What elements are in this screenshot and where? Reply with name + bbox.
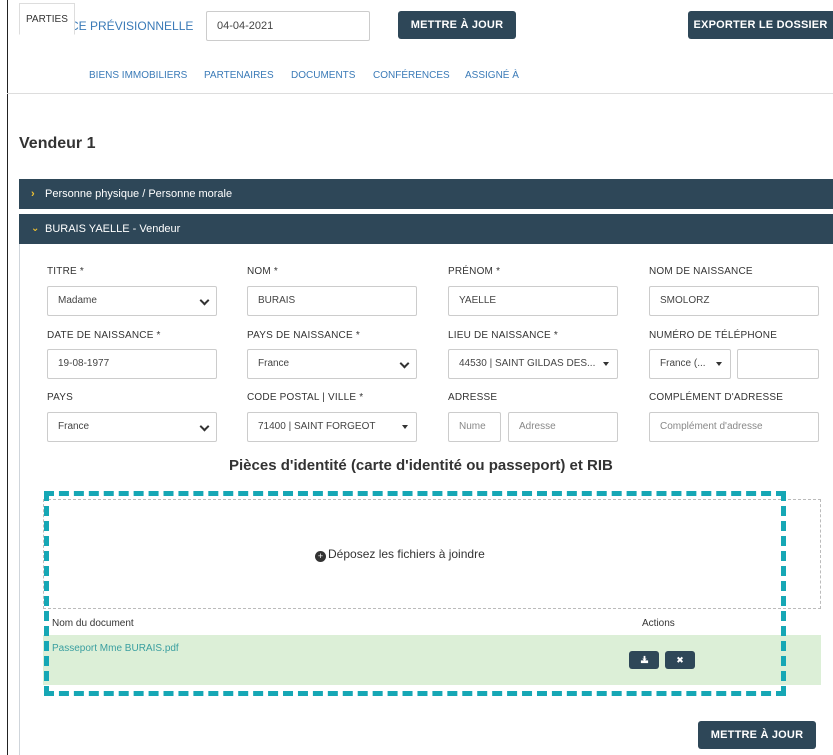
download-button[interactable] [629,651,659,669]
column-actions-header: Actions [642,618,675,629]
lieu-naissance-select[interactable]: 44530 | SAINT GILDAS DES... [448,349,618,379]
file-link[interactable]: Passeport Mme BURAIS.pdf [52,643,179,654]
date-naissance-label: DATE DE NAISSANCE * [47,330,161,341]
pays-naissance-select[interactable]: France [247,349,417,379]
accordion-label: Personne physique / Personne morale [45,188,233,200]
tab-partenaires[interactable]: PARTENAIRES [204,70,274,81]
lieu-naissance-label: LIEU DE NAISSANCE * [448,330,558,341]
caret-down-icon [402,425,408,429]
export-dossier-button[interactable]: EXPORTER LE DOSSIER [688,11,833,39]
accordion-personne[interactable]: › Personne physique / Personne morale [19,179,833,209]
chevron-down-icon: ⌄ [31,223,40,234]
adresse-numero-input[interactable]: Nume [448,412,501,442]
titre-select[interactable]: Madame [47,286,217,316]
plus-circle-icon: + [315,551,326,562]
nom-label: NOM * [247,266,278,277]
code-postal-select[interactable]: 71400 | SAINT FORGEOT [247,412,417,442]
accordion-vendeur[interactable]: ⌄ BURAIS YAELLE - Vendeur [19,214,833,244]
dropzone-label: + Déposez les fichiers à joindre [315,547,485,562]
telephone-label: NUMÉRO DE TÉLÉPHONE [649,330,778,341]
tab-parties[interactable]: PARTIES [19,3,75,35]
chevron-right-icon: › [31,188,35,200]
code-postal-value: 71400 | SAINT FORGEOT [258,421,376,432]
titre-label: TITRE * [47,266,84,277]
caret-down-icon [716,362,722,366]
nom-naissance-input[interactable]: SMOLORZ [649,286,819,316]
tab-biens-immobiliers[interactable]: BIENS IMMOBILIERS [89,70,187,81]
adresse-label: ADRESSE [448,392,498,403]
pays-value: France [58,421,90,432]
chevron-down-icon [199,295,210,306]
chevron-down-icon [199,421,210,432]
section-title: Vendeur 1 [19,135,96,152]
prenom-label: PRÉNOM * [448,266,501,277]
titre-value: Madame [58,295,97,306]
tab-documents[interactable]: DOCUMENTS [291,70,355,81]
column-document-header: Nom du document [52,618,134,629]
pieces-title: Pièces d'identité (carte d'identité ou p… [229,457,613,474]
delete-button[interactable]: ✖ [665,651,695,669]
adresse-input[interactable]: Adresse [508,412,618,442]
accordion-label: BURAIS YAELLE - Vendeur [45,223,181,235]
pays-naissance-value: France [258,358,290,369]
pays-naissance-label: PAYS DE NAISSANCE * [247,330,360,341]
dropzone-text: Déposez les fichiers à joindre [328,547,485,561]
telephone-country-select[interactable]: France (... [649,349,731,379]
echeance-date-input[interactable]: 04-04-2021 [206,11,370,41]
update-button-top[interactable]: METTRE À JOUR [398,11,516,39]
complement-label: COMPLÉMENT D'ADRESSE [649,392,784,403]
pays-select[interactable]: France [47,412,217,442]
code-postal-label: CODE POSTAL | VILLE * [247,392,364,403]
tab-conferences[interactable]: CONFÉRENCES [373,70,450,81]
lieu-naissance-value: 44530 | SAINT GILDAS DES... [459,358,596,369]
prenom-input[interactable]: YAELLE [448,286,618,316]
nom-naissance-label: NOM DE NAISSANCE [649,266,753,277]
nom-input[interactable]: BURAIS [247,286,417,316]
date-naissance-input[interactable]: 19-08-1977 [47,349,217,379]
chevron-down-icon [399,358,410,369]
tab-assigne[interactable]: ASSIGNÉ À [465,70,519,81]
telephone-input[interactable] [737,349,819,379]
download-icon [640,655,648,664]
close-icon: ✖ [676,655,684,665]
pays-label: PAYS [47,392,73,403]
caret-down-icon [603,362,609,366]
complement-input[interactable]: Complément d'adresse [649,412,819,442]
telephone-country-value: France (... [660,358,706,369]
update-button-bottom[interactable]: METTRE À JOUR [698,721,816,749]
